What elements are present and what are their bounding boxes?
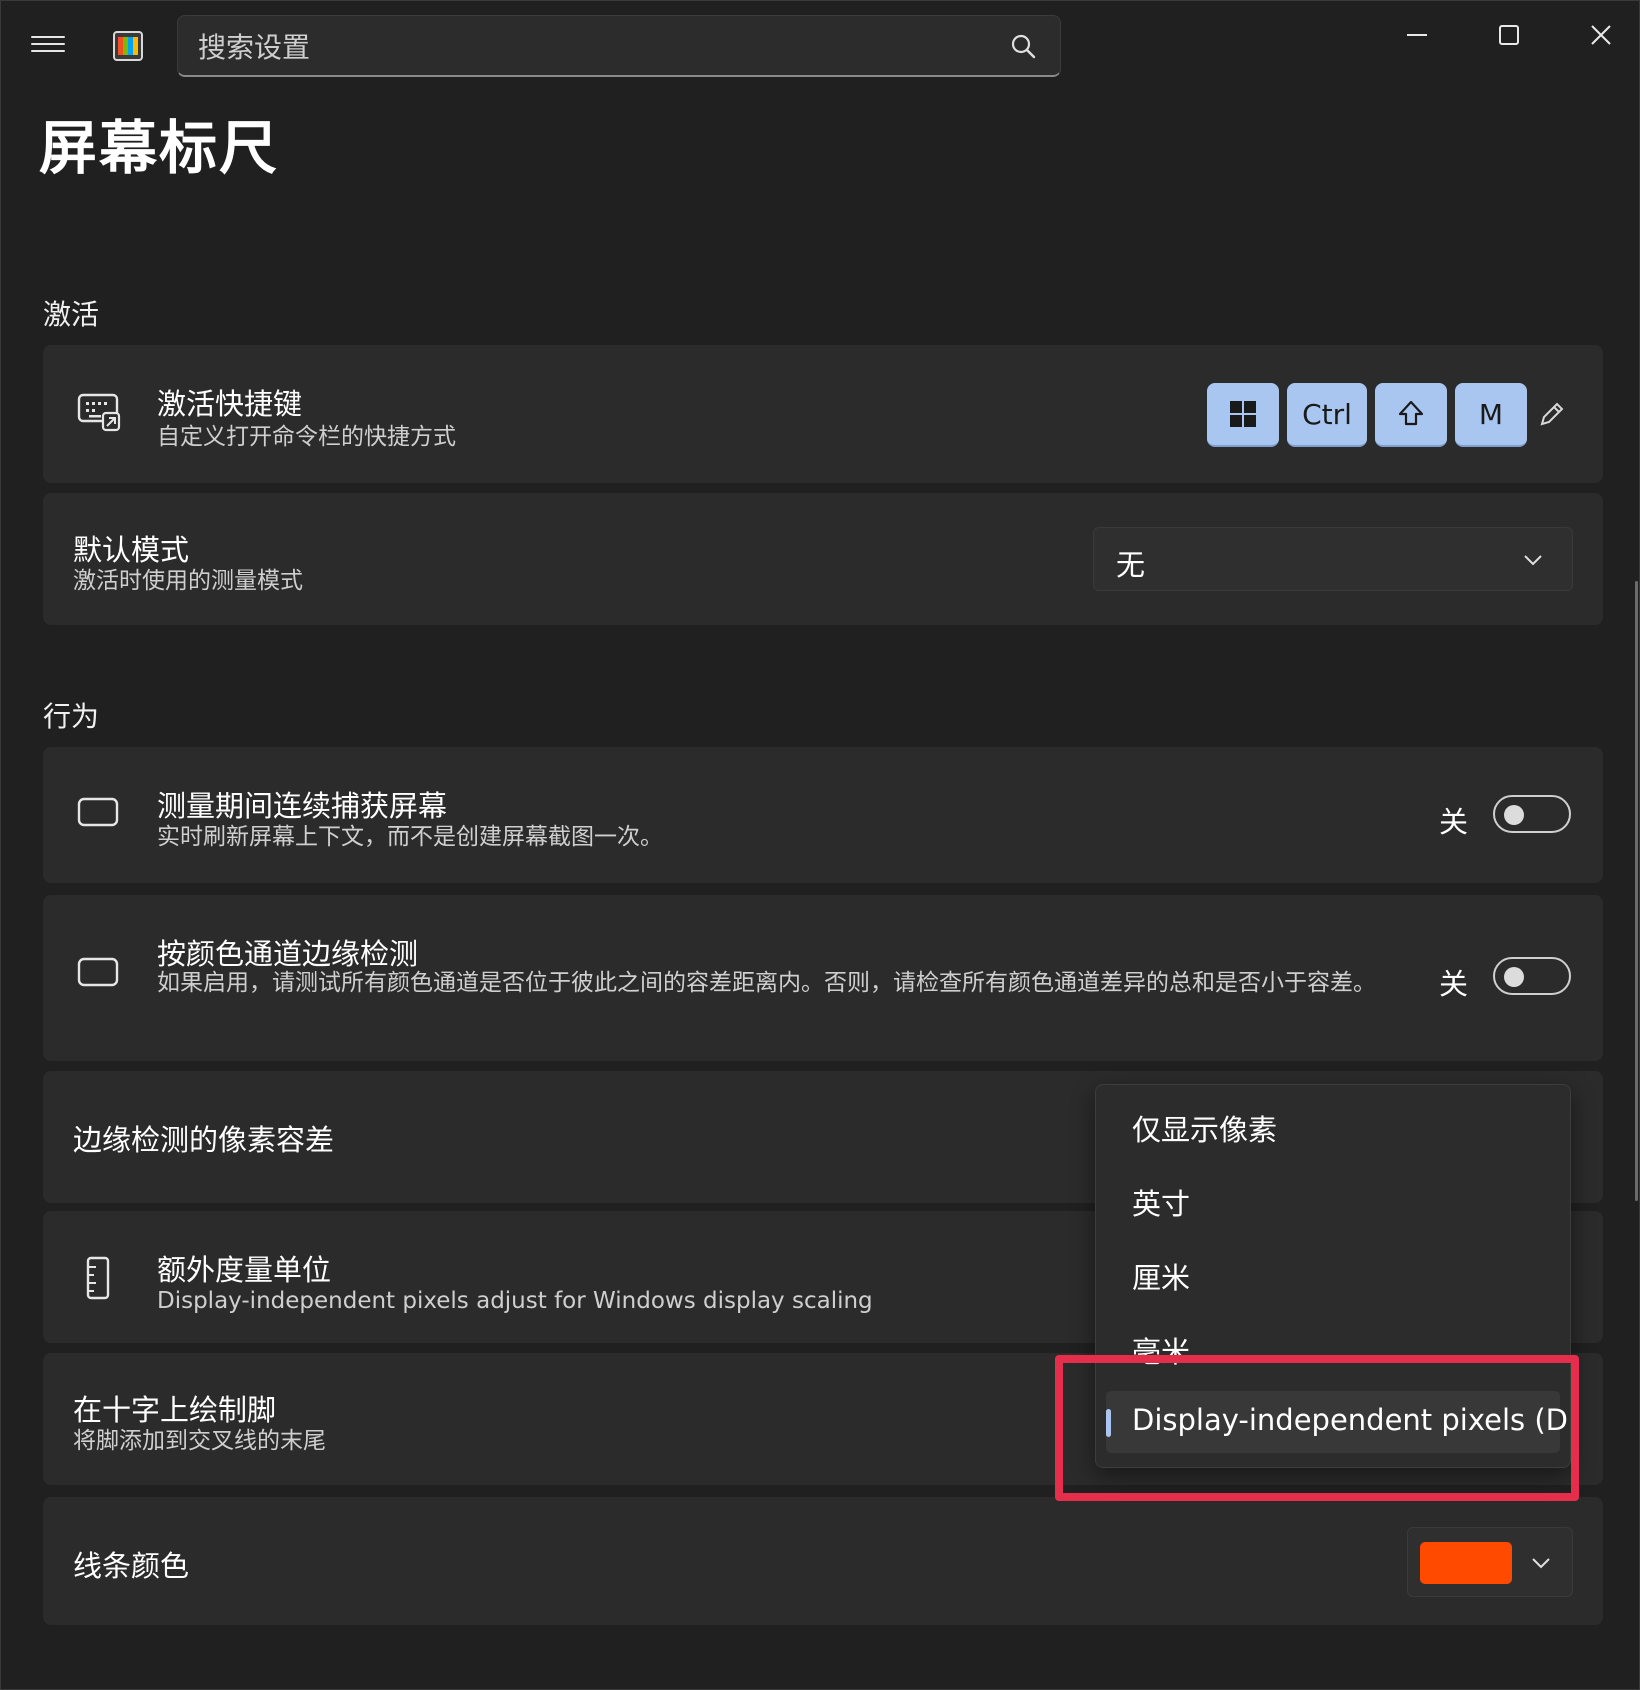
draw-feet-description: 将脚添加到交叉线的末尾 [73,1428,326,1454]
search-icon[interactable] [1010,33,1036,59]
units-option-label: 英寸 [1132,1187,1191,1221]
search-input[interactable] [196,26,980,68]
line-color-picker[interactable] [1407,1527,1573,1597]
per-channel-edge-state: 关 [1439,967,1469,1001]
shift-arrow-icon [1398,400,1424,426]
chevron-down-icon [1532,1558,1550,1569]
default-mode-title: 默认模式 [73,533,190,567]
continuous-capture-card: 测量期间连续捕获屏幕 实时刷新屏幕上下文，而不是创建屏幕截图一次。 关 [43,747,1603,883]
key-shift[interactable] [1375,383,1447,447]
minimize-button[interactable] [1377,9,1457,61]
scrollbar[interactable] [1635,581,1638,1201]
per-channel-edge-card: 按颜色通道边缘检测 如果启用，请测试所有颜色通道是否位于彼此之间的容差距离内。否… [43,895,1603,1061]
units-option-inches[interactable]: 英寸 [1106,1169,1560,1231]
units-option-millimeters[interactable]: 毫米 [1106,1317,1560,1379]
units-option-dip[interactable]: Display-independent pixels (DIP) [1106,1391,1570,1453]
units-option-label: 毫米 [1132,1335,1191,1369]
draw-feet-title: 在十字上绘制脚 [73,1393,277,1427]
ruler-icon [86,1256,110,1300]
continuous-capture-state: 关 [1439,805,1469,839]
default-mode-card: 默认模式 激活时使用的测量模式 无 [43,493,1603,625]
minimize-icon [1407,34,1427,36]
key-ctrl[interactable]: Ctrl [1287,383,1367,447]
chevron-down-icon [1524,555,1542,566]
settings-window: 屏幕标尺 激活 激活快捷键 自定义打开命令栏的快捷方式 Ctrl [0,0,1640,1690]
continuous-capture-description: 实时刷新屏幕上下文，而不是创建屏幕截图一次。 [157,824,663,850]
key-windows[interactable] [1207,383,1279,447]
extra-units-title: 额外度量单位 [157,1253,332,1287]
units-option-label: 仅显示像素 [1132,1113,1278,1147]
maximize-icon [1499,25,1519,45]
per-channel-edge-description: 如果启用，请测试所有颜色通道是否位于彼此之间的容差距离内。否则，请检查所有颜色通… [157,970,1376,996]
continuous-capture-title: 测量期间连续捕获屏幕 [157,789,448,823]
windows-logo-icon [1230,401,1256,427]
extra-units-description: Display-independent pixels adjust for Wi… [157,1288,873,1314]
activation-shortcut-card: 激活快捷键 自定义打开命令栏的快捷方式 Ctrl M [43,345,1603,483]
search-box[interactable] [177,15,1061,77]
edit-pencil-icon[interactable] [1537,399,1567,429]
keyboard-shortcut-icon [77,393,121,432]
units-option-label: 厘米 [1132,1261,1191,1295]
pixel-tolerance-title: 边缘检测的像素容差 [73,1123,335,1157]
screen-frame-icon [77,957,119,987]
page-title: 屏幕标尺 [39,114,280,182]
units-option-centimeters[interactable]: 厘米 [1106,1243,1560,1305]
section-title-behavior: 行为 [43,700,100,733]
section-title-activation: 激活 [43,298,100,331]
continuous-capture-toggle[interactable] [1493,795,1571,833]
units-dropdown-menu: 仅显示像素 英寸 厘米 毫米 Display-independent pixel… [1095,1084,1571,1468]
units-option-label: Display-independent pixels (DIP) [1132,1403,1571,1437]
app-logo-icon [113,31,143,61]
default-mode-description: 激活时使用的测量模式 [73,568,303,594]
units-option-pixels-only[interactable]: 仅显示像素 [1106,1095,1560,1157]
line-color-card: 线条颜色 [43,1497,1603,1625]
key-m[interactable]: M [1455,383,1527,447]
per-channel-edge-toggle[interactable] [1493,957,1571,995]
default-mode-dropdown[interactable]: 无 [1093,527,1573,591]
screen-frame-icon [77,797,119,827]
activation-shortcut-title: 激活快捷键 [157,387,303,421]
hamburger-menu-icon[interactable] [31,31,65,59]
maximize-button[interactable] [1469,9,1549,61]
close-button[interactable] [1561,9,1639,61]
line-color-swatch [1420,1542,1512,1584]
activation-shortcut-description: 自定义打开命令栏的快捷方式 [157,424,456,450]
selected-indicator [1106,1409,1111,1437]
close-icon [1591,25,1611,45]
default-mode-value: 无 [1116,548,1146,582]
line-color-title: 线条颜色 [73,1549,190,1583]
